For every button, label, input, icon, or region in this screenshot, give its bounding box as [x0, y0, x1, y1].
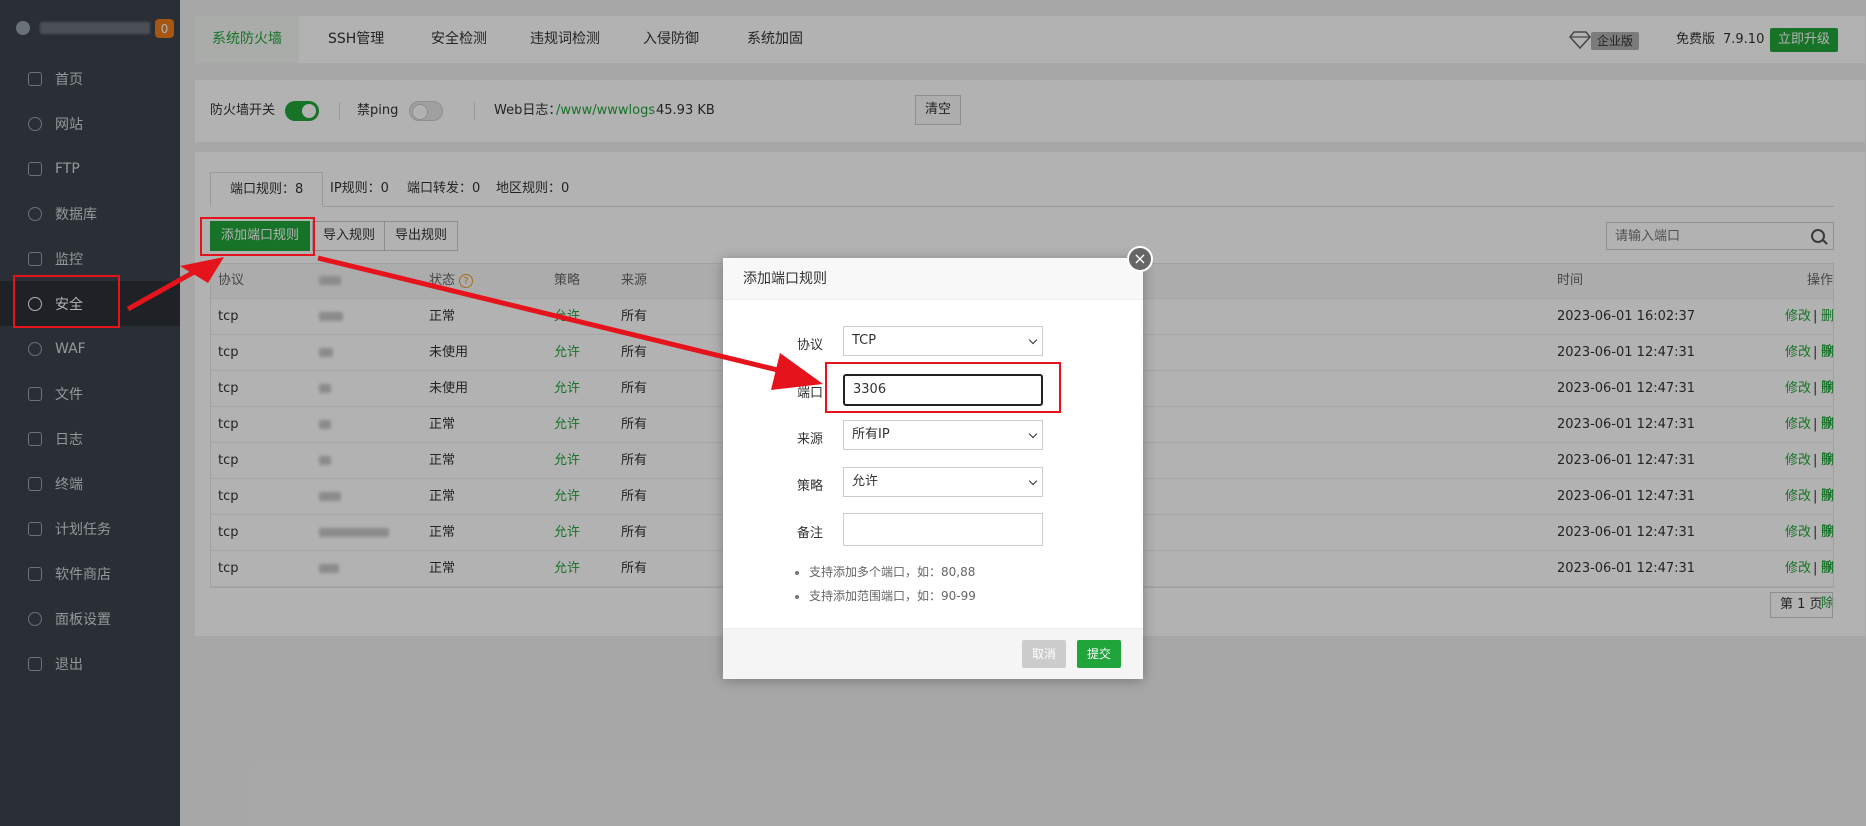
- arrowhead: [180, 257, 224, 283]
- arrowhead: [771, 353, 823, 390]
- annotation-arrows: [126, 255, 823, 390]
- arrow-to-port-input: [317, 255, 791, 376]
